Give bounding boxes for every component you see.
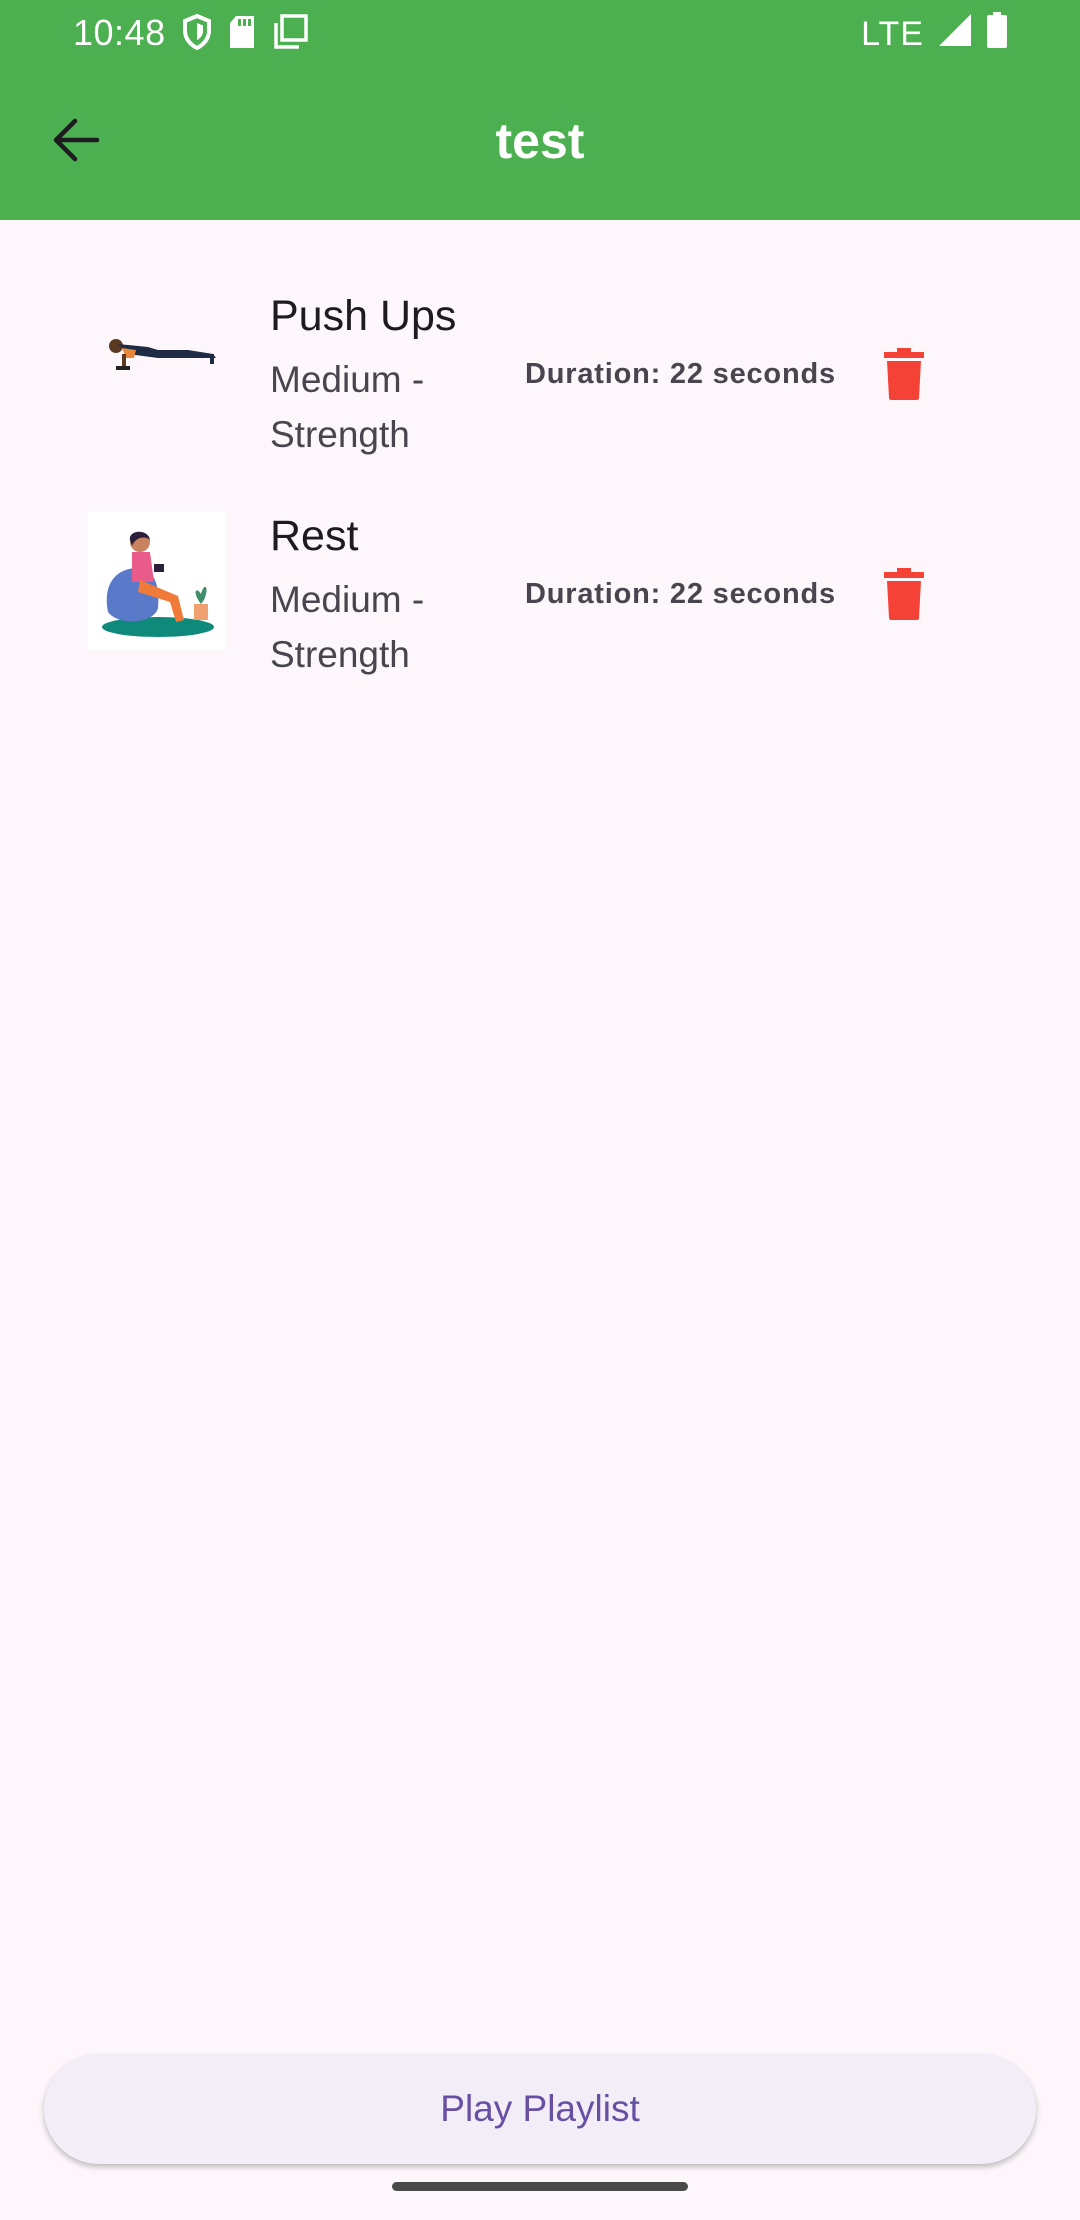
status-icons-right: LTE xyxy=(861,12,1008,57)
exercise-duration: Duration: 22 seconds xyxy=(525,578,836,610)
shield-icon xyxy=(182,13,212,59)
delete-button[interactable] xyxy=(872,344,936,408)
list-item[interactable]: Rest Medium - Strength Duration: 22 seco… xyxy=(0,440,1080,675)
app-bar: 10:48 LTE test xyxy=(0,0,1080,220)
list-item[interactable]: Push Ups Medium - Strength Duration: 22 … xyxy=(0,220,1080,455)
exercise-name: Rest xyxy=(270,512,359,560)
signal-icon xyxy=(938,13,972,56)
exercise-name: Push Ups xyxy=(270,292,457,340)
page-title: test xyxy=(495,113,585,169)
status-bar: 10:48 LTE xyxy=(0,0,1080,64)
delete-button[interactable] xyxy=(872,564,936,628)
status-time: 10:48 xyxy=(73,12,166,53)
exercise-duration: Duration: 22 seconds xyxy=(525,358,836,390)
play-playlist-button[interactable]: Play Playlist xyxy=(44,2054,1036,2164)
home-indicator[interactable] xyxy=(392,2182,688,2191)
trash-icon xyxy=(884,567,924,625)
copy-icon xyxy=(272,14,308,59)
exercise-subtitle: Medium - Strength xyxy=(270,579,425,675)
battery-icon xyxy=(986,12,1008,57)
status-icons-left xyxy=(182,13,308,59)
sd-card-icon xyxy=(228,15,256,58)
push-ups-illustration xyxy=(88,292,226,430)
network-type: LTE xyxy=(861,15,924,53)
trash-icon xyxy=(884,347,924,405)
rest-illustration xyxy=(88,512,226,650)
exercise-list: Push Ups Medium - Strength Duration: 22 … xyxy=(0,220,1080,675)
